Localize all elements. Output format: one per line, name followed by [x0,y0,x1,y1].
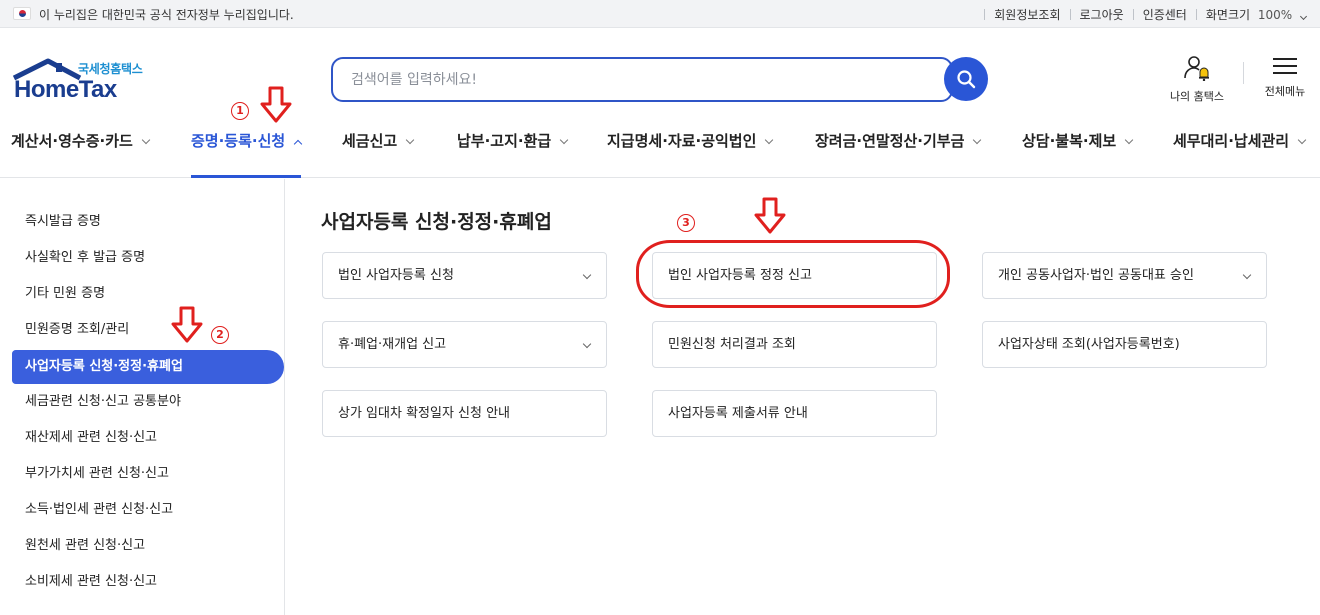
chevron-down-icon [765,135,774,145]
card-request-result[interactable]: 민원신청 처리결과 조회 [652,321,937,368]
sidebar-item-income-corp-tax[interactable]: 소득·법인세 관련 신청·신고 [12,493,284,527]
active-nav-indicator [191,175,301,178]
gov-notice-text: 이 누리집은 대한민국 공식 전자정부 누리집입니다. [39,8,294,22]
gov-notice-bar: 이 누리집은 대한민국 공식 전자정부 누리집입니다. 회원정보조회 로그아웃 … [0,0,1320,28]
sidebar-item-other-cert[interactable]: 기타 민원 증명 [12,277,284,311]
chevron-down-icon [1299,12,1308,21]
zoom-value: 100% [1257,8,1293,22]
divider [1132,9,1134,20]
card-label: 개인 공동사업자·법인 공동대표 승인 [998,268,1194,283]
nav-item-incentives[interactable]: 장려금·연말정산·기부금 [815,130,982,151]
divider [1069,9,1071,20]
search-icon [957,70,976,89]
card-label: 법인 사업자등록 신청 [338,268,454,283]
divider [1195,9,1197,20]
down-arrow-icon [171,306,203,343]
my-hometax-label: 나의 홈택스 [1169,90,1225,103]
hamburger-icon [1273,57,1297,75]
all-menu-label: 전체메뉴 [1264,85,1306,98]
nav-item-statements[interactable]: 지급명세·자료·공익법인 [607,130,774,151]
chevron-down-icon [582,270,592,280]
sidebar: 즉시발급 증명 사실확인 후 발급 증명 기타 민원 증명 민원증명 조회/관리… [0,179,285,615]
nav-item-label: 상담·불복·제보 [1022,132,1117,150]
sidebar-item-vat[interactable]: 부가가치세 관련 신청·신고 [12,457,284,491]
page-title: 사업자등록 신청·정정·휴폐업 [321,211,552,233]
search-input[interactable] [333,59,951,100]
nav-item-label: 증명·등록·신청 [191,132,286,150]
card-label: 민원신청 처리결과 조회 [668,337,796,352]
chevron-down-icon [405,135,415,145]
nav-item-label: 장려금·연말정산·기부금 [815,132,965,150]
card-corp-registration[interactable]: 법인 사업자등록 신청 [322,252,607,299]
sidebar-item-cert-manage[interactable]: 민원증명 조회/관리 [12,313,284,347]
utility-links: 회원정보조회 로그아웃 인증센터 화면크기 100% [975,6,1308,23]
main-nav: 계산서·영수증·카드 증명·등록·신청 세금신고 납부·고지·환급 지급명세·자… [0,118,1320,178]
cert-center-link[interactable]: 인증센터 [1143,6,1187,23]
logo-subtitle: 국세청홈택스 [78,62,143,76]
hometax-logo[interactable]: 국세청홈택스 HomeTax [12,58,152,104]
member-info-link[interactable]: 회원정보조회 [994,6,1060,23]
nav-item-label: 지급명세·자료·공익법인 [607,132,757,150]
zoom-control[interactable]: 화면크기 100% [1205,6,1308,23]
nav-item-label: 계산서·영수증·카드 [11,132,133,150]
user-bell-icon [1184,56,1209,82]
nav-item-label: 세금신고 [342,132,398,150]
step-3-badge: 3 [677,214,695,232]
card-required-docs-guide[interactable]: 사업자등록 제출서류 안내 [652,390,937,437]
nav-item-label: 세무대리·납세관리 [1173,132,1290,150]
chevron-down-icon [1297,135,1307,145]
card-closure-report[interactable]: 휴·폐업·재개업 신고 [322,321,607,368]
nav-item-label: 납부·고지·환급 [457,132,552,150]
my-hometax-button[interactable]: 나의 홈택스 [1160,55,1234,104]
search-box [331,57,953,102]
logout-link[interactable]: 로그아웃 [1080,6,1124,23]
chevron-down-icon [559,135,569,145]
nav-item-agent[interactable]: 세무대리·납세관리 [1173,130,1307,151]
chevron-down-icon [582,339,592,349]
card-label: 상가 임대차 확정일자 신청 안내 [338,406,511,421]
sidebar-item-property-tax[interactable]: 재산제세 관련 신청·신고 [12,421,284,455]
divider [1243,62,1244,84]
highlight-oval [636,240,950,308]
chevron-down-icon [141,135,151,145]
card-label: 휴·폐업·재개업 신고 [338,337,447,352]
nav-item-tax-filing[interactable]: 세금신고 [342,130,415,151]
card-business-status[interactable]: 사업자상태 조회(사업자등록번호) [982,321,1267,368]
zoom-label: 화면크기 [1205,8,1251,22]
divider [984,9,986,20]
sidebar-item-instant-cert[interactable]: 즉시발급 증명 [12,205,284,239]
nav-item-certificate[interactable]: 증명·등록·신청 [191,130,303,151]
card-joint-business-approval[interactable]: 개인 공동사업자·법인 공동대표 승인 [982,252,1267,299]
search-button[interactable] [944,57,988,101]
step-1-badge: 1 [231,102,249,120]
sidebar-item-withholding-tax[interactable]: 원천세 관련 신청·신고 [12,529,284,563]
nav-item-consult[interactable]: 상담·불복·제보 [1022,130,1134,151]
sidebar-item-fact-check-cert[interactable]: 사실확인 후 발급 증명 [12,241,284,275]
down-arrow-icon [754,197,786,234]
sidebar-item-business-registration[interactable]: 사업자등록 신청·정정·휴폐업 [12,350,284,384]
card-label: 사업자상태 조회(사업자등록번호) [998,337,1180,352]
chevron-down-icon [1242,270,1252,280]
down-arrow-icon [260,86,292,123]
nav-item-payment[interactable]: 납부·고지·환급 [457,130,569,151]
nav-item-invoice[interactable]: 계산서·영수증·카드 [11,130,151,151]
logo-title: HomeTax [14,76,117,103]
sidebar-item-tax-common[interactable]: 세금관련 신청·신고 공통분야 [12,385,284,419]
all-menu-button[interactable]: 전체메뉴 [1258,55,1312,99]
chevron-down-icon [973,135,982,145]
card-lease-date-guide[interactable]: 상가 임대차 확정일자 신청 안내 [322,390,607,437]
korea-flag-icon [13,7,31,20]
chevron-up-icon [293,139,303,149]
sidebar-item-consumption-tax[interactable]: 소비제세 관련 신청·신고 [12,565,284,599]
card-label: 사업자등록 제출서류 안내 [668,406,808,421]
step-2-badge: 2 [211,326,229,344]
chevron-down-icon [1124,135,1134,145]
